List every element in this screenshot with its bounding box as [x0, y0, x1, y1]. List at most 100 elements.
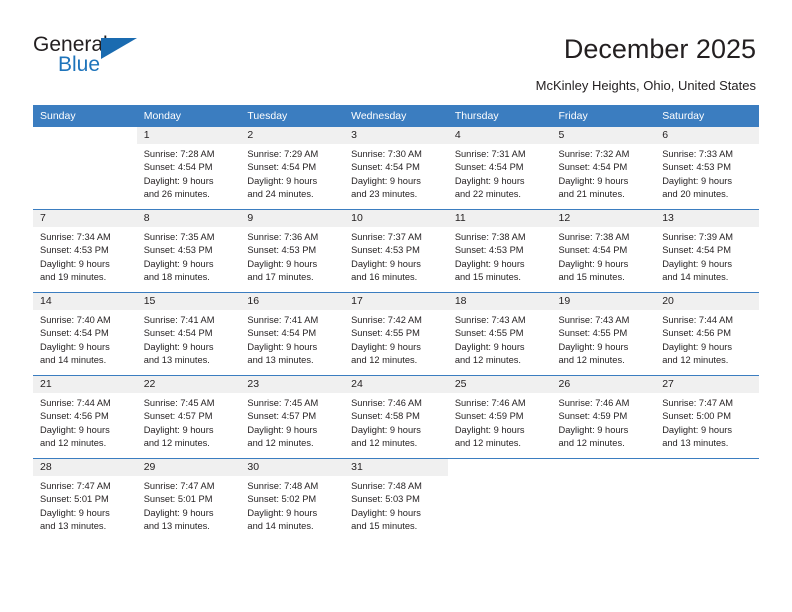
- calendar-day-cell[interactable]: 10 Sunrise: 7:37 AM Sunset: 4:53 PM Dayligh…: [344, 209, 448, 293]
- day-details: Sunrise: 7:30 AM Sunset: 4:54 PM Daylight:…: [344, 144, 448, 202]
- calendar-cell-empty: [655, 458, 759, 541]
- sunset-text: Sunset: 4:54 PM: [143, 328, 213, 339]
- calendar-day-cell[interactable]: 16 Sunrise: 7:41 AM Sunset: 4:54 PM Dayligh…: [240, 292, 345, 376]
- sunrise-text: Sunrise: 7:46 AM: [351, 398, 422, 408]
- sunrise-text: Sunrise: 7:34 AM: [40, 232, 111, 242]
- sunrise-text: Sunrise: 7:43 AM: [558, 315, 630, 325]
- weekday-header-monday: Monday: [136, 105, 241, 127]
- day-number: 2: [240, 127, 345, 144]
- calendar-day-cell[interactable]: 14 Sunrise: 7:40 AM Sunset: 4:54 PM Dayligh…: [33, 292, 137, 376]
- day-number: 30: [240, 459, 345, 476]
- calendar-day-cell[interactable]: 29 Sunrise: 7:47 AM Sunset: 5:01 PM Dayligh…: [136, 458, 241, 541]
- daylight-text: Daylight: 9 hours: [247, 175, 318, 186]
- sunset-text: Sunset: 4:55 PM: [351, 328, 420, 339]
- sunrise-text: Sunrise: 7:32 AM: [558, 149, 630, 159]
- daylight-text: and 15 minutes.: [351, 521, 418, 532]
- day-details: Sunrise: 7:41 AM Sunset: 4:54 PM Daylight:…: [137, 310, 241, 368]
- calendar-day-cell[interactable]: 22 Sunrise: 7:45 AM Sunset: 4:57 PM Dayligh…: [136, 375, 241, 459]
- daylight-text: and 24 minutes.: [247, 189, 314, 200]
- daylight-text: and 14 minutes.: [247, 521, 314, 532]
- daylight-text: Daylight: 9 hours: [143, 175, 214, 186]
- sunrise-text: Sunrise: 7:48 AM: [247, 481, 319, 491]
- day-number: 23: [240, 376, 345, 393]
- daylight-text: Daylight: 9 hours: [454, 341, 525, 352]
- calendar-day-cell[interactable]: 11 Sunrise: 7:38 AM Sunset: 4:53 PM Dayligh…: [447, 209, 552, 293]
- day-details: [552, 476, 656, 480]
- calendar-day-cell[interactable]: 3 Sunrise: 7:30 AM Sunset: 4:54 PM Daylight…: [344, 126, 448, 210]
- sunrise-text: Sunrise: 7:41 AM: [247, 315, 319, 325]
- sunrise-text: Sunrise: 7:48 AM: [351, 481, 422, 491]
- calendar-day-cell[interactable]: 2 Sunrise: 7:29 AM Sunset: 4:54 PM Daylight…: [240, 126, 345, 210]
- calendar-day-cell[interactable]: 13 Sunrise: 7:39 AM Sunset: 4:54 PM Dayligh…: [655, 209, 759, 293]
- daylight-text: Daylight: 9 hours: [662, 424, 732, 435]
- calendar-day-cell[interactable]: 12 Sunrise: 7:38 AM Sunset: 4:54 PM Dayligh…: [551, 209, 656, 293]
- day-number: 19: [551, 293, 656, 310]
- calendar-day-cell[interactable]: 1 Sunrise: 7:28 AM Sunset: 4:54 PM Daylight…: [136, 126, 241, 210]
- daylight-text: Daylight: 9 hours: [558, 341, 629, 352]
- weekday-header-tuesday: Tuesday: [240, 105, 345, 127]
- day-number: 24: [344, 376, 448, 393]
- day-details: Sunrise: 7:46 AM Sunset: 4:58 PM Daylight:…: [344, 393, 448, 451]
- sunrise-text: Sunrise: 7:41 AM: [143, 315, 215, 325]
- logo-triangle-icon: [101, 38, 137, 59]
- calendar-day-cell[interactable]: 28 Sunrise: 7:47 AM Sunset: 5:01 PM Dayligh…: [33, 458, 137, 541]
- calendar-day-cell[interactable]: 4 Sunrise: 7:31 AM Sunset: 4:54 PM Daylight…: [447, 126, 552, 210]
- calendar-week-row: 21 Sunrise: 7:44 AM Sunset: 4:56 PM Dayligh…: [33, 375, 759, 459]
- daylight-text: and 13 minutes.: [247, 355, 314, 366]
- calendar-day-cell[interactable]: 26 Sunrise: 7:46 AM Sunset: 4:59 PM Dayligh…: [551, 375, 656, 459]
- calendar-day-cell[interactable]: 25 Sunrise: 7:46 AM Sunset: 4:59 PM Dayligh…: [447, 375, 552, 459]
- daylight-text: and 17 minutes.: [247, 272, 314, 283]
- daylight-text: Daylight: 9 hours: [454, 175, 525, 186]
- calendar-day-cell[interactable]: 20 Sunrise: 7:44 AM Sunset: 4:56 PM Dayligh…: [655, 292, 759, 376]
- sunset-text: Sunset: 4:57 PM: [247, 411, 317, 422]
- calendar-week-row: 1 Sunrise: 7:28 AM Sunset: 4:54 PM Daylight…: [33, 126, 759, 210]
- day-number: 10: [344, 210, 448, 227]
- sunset-text: Sunset: 4:53 PM: [662, 162, 731, 173]
- sunrise-text: Sunrise: 7:39 AM: [662, 232, 734, 242]
- calendar-day-cell[interactable]: 21 Sunrise: 7:44 AM Sunset: 4:56 PM Dayligh…: [33, 375, 137, 459]
- calendar-day-cell[interactable]: 30 Sunrise: 7:48 AM Sunset: 5:02 PM Dayligh…: [240, 458, 345, 541]
- day-number: 15: [136, 293, 241, 310]
- calendar-day-cell[interactable]: 9 Sunrise: 7:36 AM Sunset: 4:53 PM Daylight…: [240, 209, 345, 293]
- day-number: 12: [551, 210, 656, 227]
- sunrise-text: Sunrise: 7:47 AM: [662, 398, 734, 408]
- day-details: Sunrise: 7:38 AM Sunset: 4:53 PM Daylight:…: [448, 227, 552, 285]
- calendar-day-cell[interactable]: 23 Sunrise: 7:45 AM Sunset: 4:57 PM Dayligh…: [240, 375, 345, 459]
- day-number: 21: [33, 376, 137, 393]
- general-blue-logo[interactable]: General Blue: [33, 33, 213, 83]
- day-number: [33, 127, 137, 144]
- day-details: Sunrise: 7:33 AM Sunset: 4:53 PM Daylight:…: [655, 144, 759, 202]
- sunset-text: Sunset: 4:54 PM: [247, 328, 317, 339]
- sunrise-text: Sunrise: 7:37 AM: [351, 232, 422, 242]
- calendar-day-cell[interactable]: 8 Sunrise: 7:35 AM Sunset: 4:53 PM Daylight…: [136, 209, 241, 293]
- daylight-text: and 12 minutes.: [143, 438, 210, 449]
- weekday-header-saturday: Saturday: [655, 105, 759, 127]
- calendar-day-cell[interactable]: 31 Sunrise: 7:48 AM Sunset: 5:03 PM Dayligh…: [344, 458, 448, 541]
- day-number: 6: [655, 127, 759, 144]
- calendar-day-cell[interactable]: 24 Sunrise: 7:46 AM Sunset: 4:58 PM Dayligh…: [344, 375, 448, 459]
- calendar-week-row: 14 Sunrise: 7:40 AM Sunset: 4:54 PM Dayligh…: [33, 292, 759, 376]
- calendar-day-cell[interactable]: 15 Sunrise: 7:41 AM Sunset: 4:54 PM Dayligh…: [136, 292, 241, 376]
- day-details: Sunrise: 7:47 AM Sunset: 5:01 PM Daylight:…: [33, 476, 137, 534]
- calendar-day-cell[interactable]: 18 Sunrise: 7:43 AM Sunset: 4:55 PM Dayligh…: [447, 292, 552, 376]
- calendar-day-cell[interactable]: 19 Sunrise: 7:43 AM Sunset: 4:55 PM Dayligh…: [551, 292, 656, 376]
- day-details: Sunrise: 7:31 AM Sunset: 4:54 PM Daylight:…: [448, 144, 552, 202]
- day-details: Sunrise: 7:44 AM Sunset: 4:56 PM Daylight:…: [655, 310, 759, 368]
- daylight-text: Daylight: 9 hours: [558, 258, 629, 269]
- calendar-day-cell[interactable]: 5 Sunrise: 7:32 AM Sunset: 4:54 PM Daylight…: [551, 126, 656, 210]
- day-number: 25: [447, 376, 552, 393]
- sunset-text: Sunset: 5:03 PM: [351, 494, 420, 505]
- sunrise-text: Sunrise: 7:38 AM: [558, 232, 630, 242]
- day-number: [448, 459, 552, 476]
- sunset-text: Sunset: 5:01 PM: [40, 494, 109, 505]
- calendar-day-cell[interactable]: 17 Sunrise: 7:42 AM Sunset: 4:55 PM Dayligh…: [344, 292, 448, 376]
- daylight-text: and 26 minutes.: [143, 189, 210, 200]
- daylight-text: and 18 minutes.: [143, 272, 210, 283]
- calendar-day-cell[interactable]: 7 Sunrise: 7:34 AM Sunset: 4:53 PM Daylight…: [33, 209, 137, 293]
- calendar-day-cell[interactable]: 27 Sunrise: 7:47 AM Sunset: 5:00 PM Dayligh…: [655, 375, 759, 459]
- daylight-text: and 13 minutes.: [662, 438, 729, 449]
- day-number: [552, 459, 656, 476]
- calendar-day-cell[interactable]: 6 Sunrise: 7:33 AM Sunset: 4:53 PM Daylight…: [655, 126, 759, 210]
- day-details: Sunrise: 7:46 AM Sunset: 4:59 PM Daylight:…: [552, 393, 656, 451]
- sunset-text: Sunset: 4:53 PM: [40, 245, 109, 256]
